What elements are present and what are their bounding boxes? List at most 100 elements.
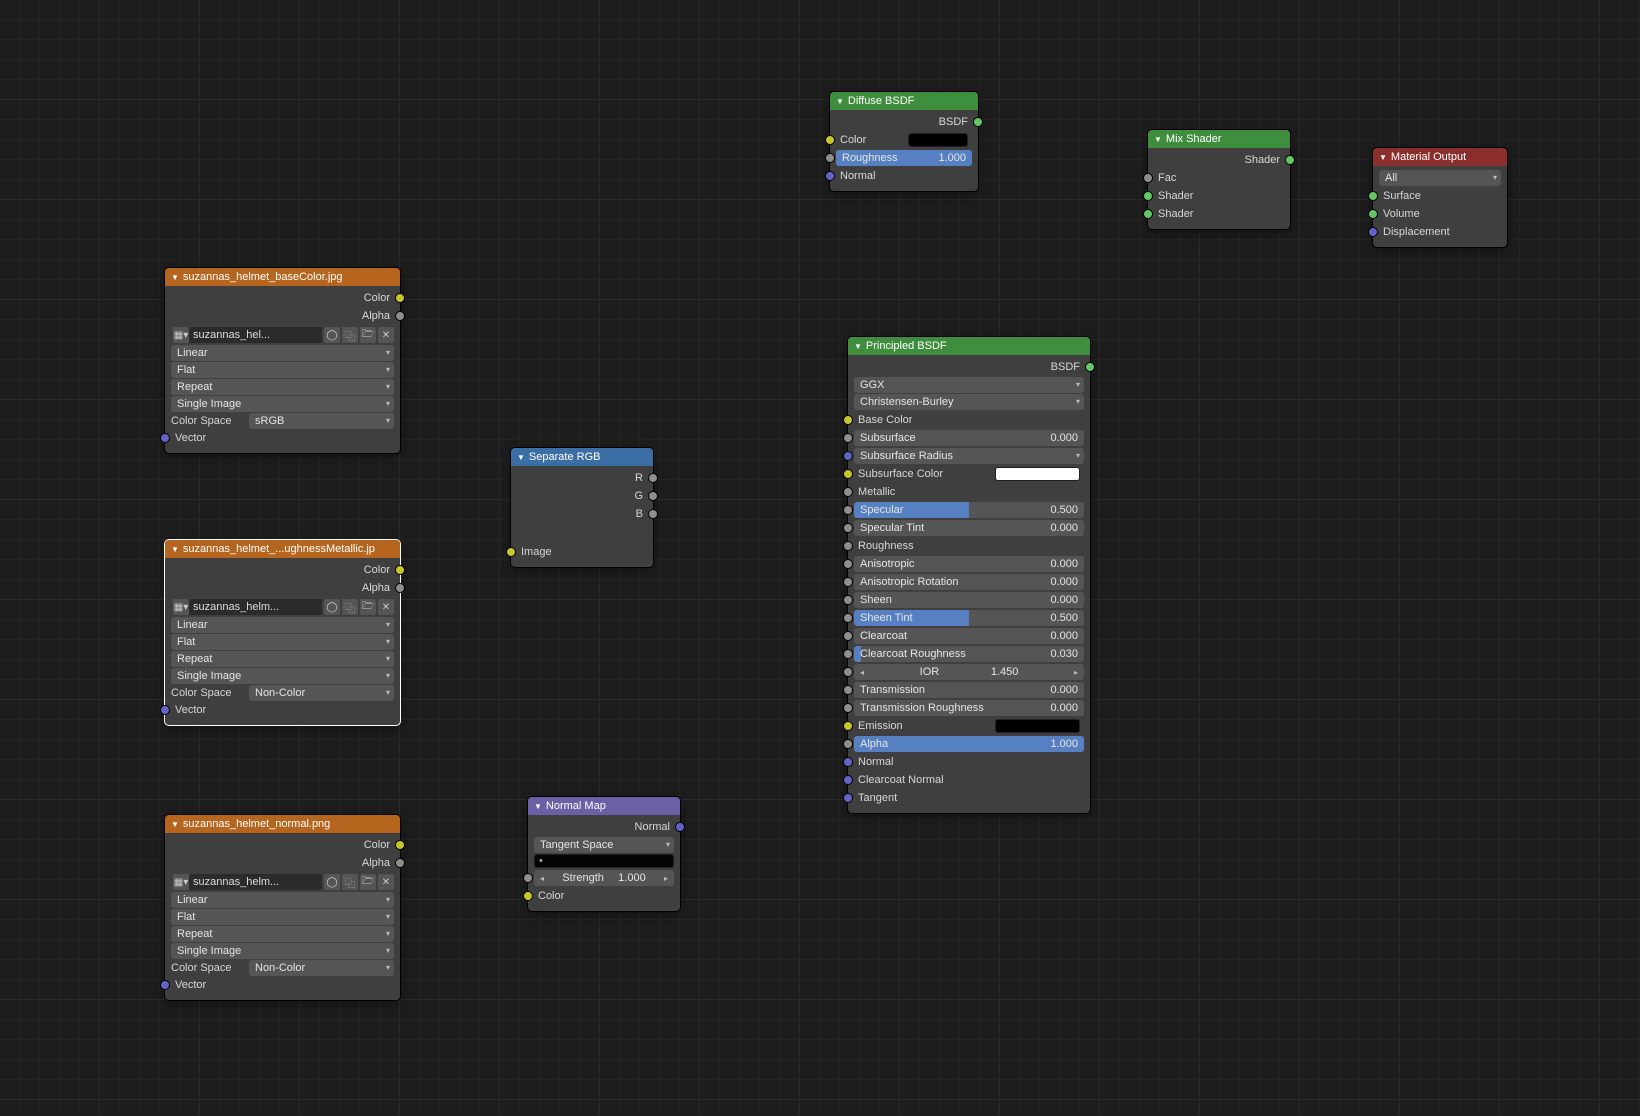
socket-in-normal[interactable] [825, 171, 835, 181]
socket-in[interactable] [843, 577, 853, 587]
space-dropdown[interactable]: Tangent Space [534, 837, 674, 853]
socket-in-shader-1[interactable] [1143, 191, 1153, 201]
unlink-icon[interactable]: ✕ [378, 327, 394, 343]
roughness-slider[interactable]: Roughness1.000 [836, 150, 972, 166]
socket-in[interactable] [843, 703, 853, 713]
socket-out-g[interactable] [648, 491, 658, 501]
node-image-texture-roughmetal[interactable]: ▼suzannas_helmet_...ughnessMetallic.jp C… [165, 540, 400, 725]
socket-out-normal[interactable] [675, 822, 685, 832]
socket-in-image[interactable] [506, 547, 516, 557]
fake-user-icon[interactable]: ◯ [324, 874, 340, 890]
socket-in[interactable] [843, 451, 853, 461]
output-alpha[interactable]: Alpha [165, 307, 400, 325]
socket-out-shader[interactable] [1285, 155, 1295, 165]
socket-in[interactable] [843, 685, 853, 695]
image-name-field[interactable]: suzannas_helm... [189, 599, 322, 615]
extension-dropdown[interactable]: Repeat [171, 379, 394, 395]
value-field[interactable]: Specular0.500 [854, 502, 1084, 518]
fake-user-icon[interactable]: ◯ [324, 599, 340, 615]
value-field[interactable]: Transmission0.000 [854, 682, 1084, 698]
value-field[interactable]: Transmission Roughness0.000 [854, 700, 1084, 716]
socket-in[interactable] [843, 649, 853, 659]
output-color[interactable]: Color [165, 289, 400, 307]
node-image-texture-normal[interactable]: ▼suzannas_helmet_normal.png Color Alpha … [165, 815, 400, 1000]
colorspace-dropdown[interactable]: Non-Color [249, 960, 394, 976]
extension-dropdown[interactable]: Repeat [171, 651, 394, 667]
input-transmission[interactable]: Transmission0.000 [848, 681, 1090, 699]
socket-in-color[interactable] [825, 135, 835, 145]
socket-in[interactable] [843, 487, 853, 497]
value-field[interactable]: IOR1.450 [854, 664, 1084, 680]
node-principled-bsdf[interactable]: ▼Principled BSDF BSDF GGX Christensen-Bu… [848, 337, 1090, 813]
color-swatch[interactable] [995, 467, 1080, 481]
input-clearcoat[interactable]: Clearcoat0.000 [848, 627, 1090, 645]
input-clearcoat-roughness[interactable]: Clearcoat Roughness0.030 [848, 645, 1090, 663]
socket-in[interactable] [843, 595, 853, 605]
socket-in[interactable] [843, 433, 853, 443]
value-field[interactable]: Specular Tint0.000 [854, 520, 1084, 536]
socket-in[interactable] [843, 721, 853, 731]
input-clearcoat-normal[interactable]: Clearcoat Normal [848, 771, 1090, 789]
input-sheen-tint[interactable]: Sheen Tint0.500 [848, 609, 1090, 627]
node-header[interactable]: ▼ suzannas_helmet_baseColor.jpg [165, 268, 400, 286]
unlink-icon[interactable]: ✕ [378, 599, 394, 615]
socket-out-b[interactable] [648, 509, 658, 519]
collapse-icon[interactable]: ▼ [171, 273, 179, 282]
node-diffuse-bsdf[interactable]: ▼Diffuse BSDF BSDF Color Roughness1.000 … [830, 92, 978, 191]
value-field[interactable]: Anisotropic0.000 [854, 556, 1084, 572]
projection-dropdown[interactable]: Flat [171, 362, 394, 378]
socket-in[interactable] [843, 523, 853, 533]
socket-in-shader-2[interactable] [1143, 209, 1153, 219]
socket-in[interactable] [843, 505, 853, 515]
open-icon[interactable]: 🗁 [360, 327, 376, 343]
socket-out-alpha[interactable] [395, 311, 405, 321]
socket-out-bsdf[interactable] [1085, 362, 1095, 372]
interpolation-dropdown[interactable]: Linear [171, 617, 394, 633]
node-header[interactable]: ▼suzannas_helmet_...ughnessMetallic.jp [165, 540, 400, 558]
socket-in-volume[interactable] [1368, 209, 1378, 219]
value-field[interactable]: Clearcoat Roughness0.030 [854, 646, 1084, 662]
duplicate-icon[interactable]: ⿻ [342, 599, 358, 615]
socket-in[interactable] [843, 757, 853, 767]
socket-in-color[interactable] [523, 891, 533, 901]
node-image-texture-basecolor[interactable]: ▼ suzannas_helmet_baseColor.jpg Color Al… [165, 268, 400, 453]
source-dropdown[interactable]: Single Image [171, 668, 394, 684]
value-field[interactable]: Sheen0.000 [854, 592, 1084, 608]
image-browse-icon[interactable]: ▦▾ [173, 327, 189, 343]
socket-in-surface[interactable] [1368, 191, 1378, 201]
value-field[interactable]: Subsurface0.000 [854, 430, 1084, 446]
projection-dropdown[interactable]: Flat [171, 634, 394, 650]
input-normal[interactable]: Normal [848, 753, 1090, 771]
open-icon[interactable]: 🗁 [360, 874, 376, 890]
image-name-field[interactable]: suzannas_helm... [189, 874, 322, 890]
duplicate-icon[interactable]: ⿻ [342, 327, 358, 343]
socket-in-displacement[interactable] [1368, 227, 1378, 237]
socket-out-color[interactable] [395, 293, 405, 303]
node-normal-map[interactable]: ▼Normal Map Normal Tangent Space • Stren… [528, 797, 680, 911]
socket-out-color[interactable] [395, 565, 405, 575]
input-ior[interactable]: IOR1.450 [848, 663, 1090, 681]
unlink-icon[interactable]: ✕ [378, 874, 394, 890]
socket-in[interactable] [843, 541, 853, 551]
input-specular-tint[interactable]: Specular Tint0.000 [848, 519, 1090, 537]
input-specular[interactable]: Specular0.500 [848, 501, 1090, 519]
input-transmission-roughness[interactable]: Transmission Roughness0.000 [848, 699, 1090, 717]
input-emission[interactable]: Emission [848, 717, 1090, 735]
socket-in[interactable] [843, 469, 853, 479]
source-dropdown[interactable]: Single Image [171, 396, 394, 412]
uv-map-field[interactable]: • [534, 854, 674, 868]
input-roughness[interactable]: Roughness [848, 537, 1090, 555]
socket-in[interactable] [843, 667, 853, 677]
socket-in-vector[interactable] [160, 433, 170, 443]
socket-in[interactable] [843, 613, 853, 623]
socket-in[interactable] [843, 793, 853, 803]
value-field[interactable]: Sheen Tint0.500 [854, 610, 1084, 626]
node-material-output[interactable]: ▼Material Output All Surface Volume Disp… [1373, 148, 1507, 247]
socket-out-alpha[interactable] [395, 858, 405, 868]
sss-method-dropdown[interactable]: Christensen-Burley [854, 394, 1084, 410]
socket-in[interactable] [843, 775, 853, 785]
input-base-color[interactable]: Base Color [848, 411, 1090, 429]
socket-in-fac[interactable] [1143, 173, 1153, 183]
colorspace-dropdown[interactable]: Non-Color [249, 685, 394, 701]
input-anisotropic-rotation[interactable]: Anisotropic Rotation0.000 [848, 573, 1090, 591]
